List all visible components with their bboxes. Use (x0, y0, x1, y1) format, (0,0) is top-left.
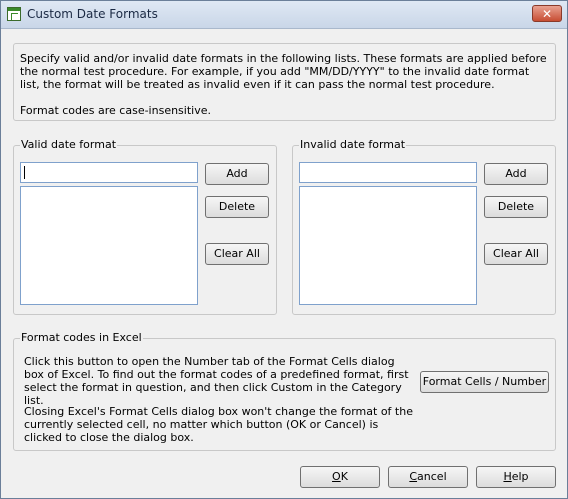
invalid-group-label: Invalid date format (299, 138, 407, 151)
valid-clear-all-button[interactable]: Clear All (205, 243, 269, 265)
ok-button[interactable]: OK (300, 466, 380, 488)
valid-add-button[interactable]: Add (205, 163, 269, 185)
valid-date-format-group: Valid date format Add Delete Clear All (13, 138, 277, 315)
excel-instructions-text: Click this button to open the Number tab… (24, 355, 409, 407)
help-button[interactable]: Help (476, 466, 556, 488)
format-codes-excel-group: Format codes in Excel Click this button … (13, 331, 556, 451)
info-panel: Specify valid and/or invalid date format… (13, 43, 556, 121)
excel-group-label: Format codes in Excel (20, 331, 143, 344)
cancel-button[interactable]: Cancel (388, 466, 468, 488)
dialog-body: Specify valid and/or invalid date format… (1, 29, 567, 498)
info-paragraph-formats: Specify valid and/or invalid date format… (20, 52, 547, 91)
valid-format-input[interactable] (20, 162, 198, 183)
valid-group-label: Valid date format (20, 138, 118, 151)
spreadsheet-app-icon (7, 7, 21, 21)
title-bar[interactable]: Custom Date Formats ✕ (1, 1, 567, 29)
valid-delete-button[interactable]: Delete (205, 196, 269, 218)
custom-date-formats-dialog: Custom Date Formats ✕ Specify valid and/… (0, 0, 568, 499)
invalid-format-list[interactable] (299, 186, 477, 305)
info-paragraph-case: Format codes are case-insensitive. (20, 104, 211, 117)
close-button[interactable]: ✕ (532, 5, 562, 22)
format-cells-number-button[interactable]: Format Cells / Number (420, 371, 549, 393)
invalid-clear-all-button[interactable]: Clear All (484, 243, 548, 265)
invalid-add-button[interactable]: Add (484, 163, 548, 185)
window-title: Custom Date Formats (27, 7, 158, 21)
text-caret (24, 166, 25, 179)
valid-format-list[interactable] (20, 186, 198, 305)
invalid-format-input[interactable] (299, 162, 477, 183)
invalid-date-format-group: Invalid date format Add Delete Clear All (292, 138, 556, 315)
invalid-delete-button[interactable]: Delete (484, 196, 548, 218)
excel-note-text: Closing Excel's Format Cells dialog box … (24, 405, 413, 444)
